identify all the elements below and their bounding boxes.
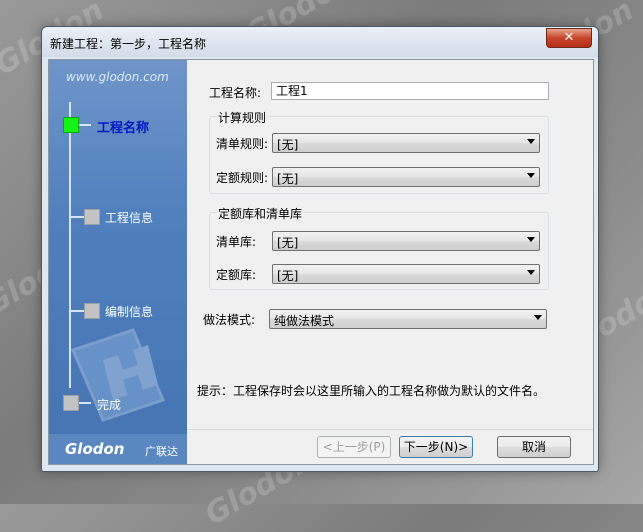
step-project-info: 工程信息 (105, 211, 154, 225)
library-title: 定额库和清单库 (216, 205, 305, 222)
method-select[interactable]: 纯做法模式 (269, 309, 547, 329)
sidebar-url: www.glodon.com (66, 70, 169, 84)
chevron-down-icon (527, 139, 535, 144)
sidebar-footer: Glodon 广联达 (49, 434, 187, 464)
chevron-down-icon (534, 315, 542, 320)
quota-rule-select[interactable]: [无] (272, 167, 540, 187)
quota-rule-label: 定额规则: (216, 171, 269, 185)
calc-rules-title: 计算规则 (216, 109, 269, 126)
next-button[interactable]: 下一步(N)> (399, 436, 473, 458)
list-rule-label: 清单规则: (216, 137, 269, 151)
step-indicator-active (63, 117, 79, 133)
step-project-name: 工程名称 (97, 121, 150, 136)
button-row: <上一步(P) 下一步(N)> 取消 (187, 429, 593, 464)
chevron-down-icon (527, 173, 535, 178)
new-project-dialog: 新建工程：第一步，工程名称 ✕ www.glodon.com 工程名称 工程信息… (41, 26, 599, 472)
chevron-down-icon (527, 270, 535, 275)
step-indicator (84, 209, 100, 225)
list-lib-label: 清单库: (216, 235, 257, 249)
title-bar[interactable]: 新建工程：第一步，工程名称 ✕ (42, 27, 598, 57)
step-finish: 完成 (97, 398, 122, 412)
step-compile-info: 编制信息 (105, 305, 154, 319)
wizard-content: 工程名称: 工程1 计算规则 清单规则: [无] 定额规则: [无] 定额库和清… (187, 60, 593, 464)
dialog-title: 新建工程：第一步，工程名称 (50, 37, 207, 51)
brand-cn: 广联达 (145, 445, 178, 458)
cancel-button[interactable]: 取消 (497, 436, 571, 458)
library-group: 定额库和清单库 清单库: [无] 定额库: [无] (209, 205, 549, 290)
step-indicator (63, 395, 79, 411)
close-button[interactable]: ✕ (546, 28, 592, 48)
chevron-down-icon (527, 237, 535, 242)
close-icon: ✕ (563, 30, 575, 45)
calc-rules-group: 计算规则 清单规则: [无] 定额规则: [无] (209, 109, 549, 194)
list-lib-select[interactable]: [无] (272, 231, 540, 251)
list-rule-select[interactable]: [无] (272, 133, 540, 153)
prev-button[interactable]: <上一步(P) (317, 436, 391, 458)
method-label: 做法模式: (203, 313, 256, 327)
dialog-client: www.glodon.com 工程名称 工程信息 编制信息 完成 Glodon … (48, 59, 594, 465)
project-name-label: 工程名称: (209, 86, 262, 100)
hint-text: 提示：工程保存时会以这里所输入的工程名称做为默认的文件名。 (197, 384, 546, 398)
quota-lib-label: 定额库: (216, 268, 257, 282)
wizard-sidebar: www.glodon.com 工程名称 工程信息 编制信息 完成 Glodon … (49, 60, 187, 464)
glodon-logo-watermark (70, 328, 166, 422)
quota-lib-select[interactable]: [无] (272, 264, 540, 284)
brand-logo: Glodon (65, 440, 125, 458)
project-name-input[interactable]: 工程1 (271, 82, 549, 100)
step-indicator (84, 303, 100, 319)
